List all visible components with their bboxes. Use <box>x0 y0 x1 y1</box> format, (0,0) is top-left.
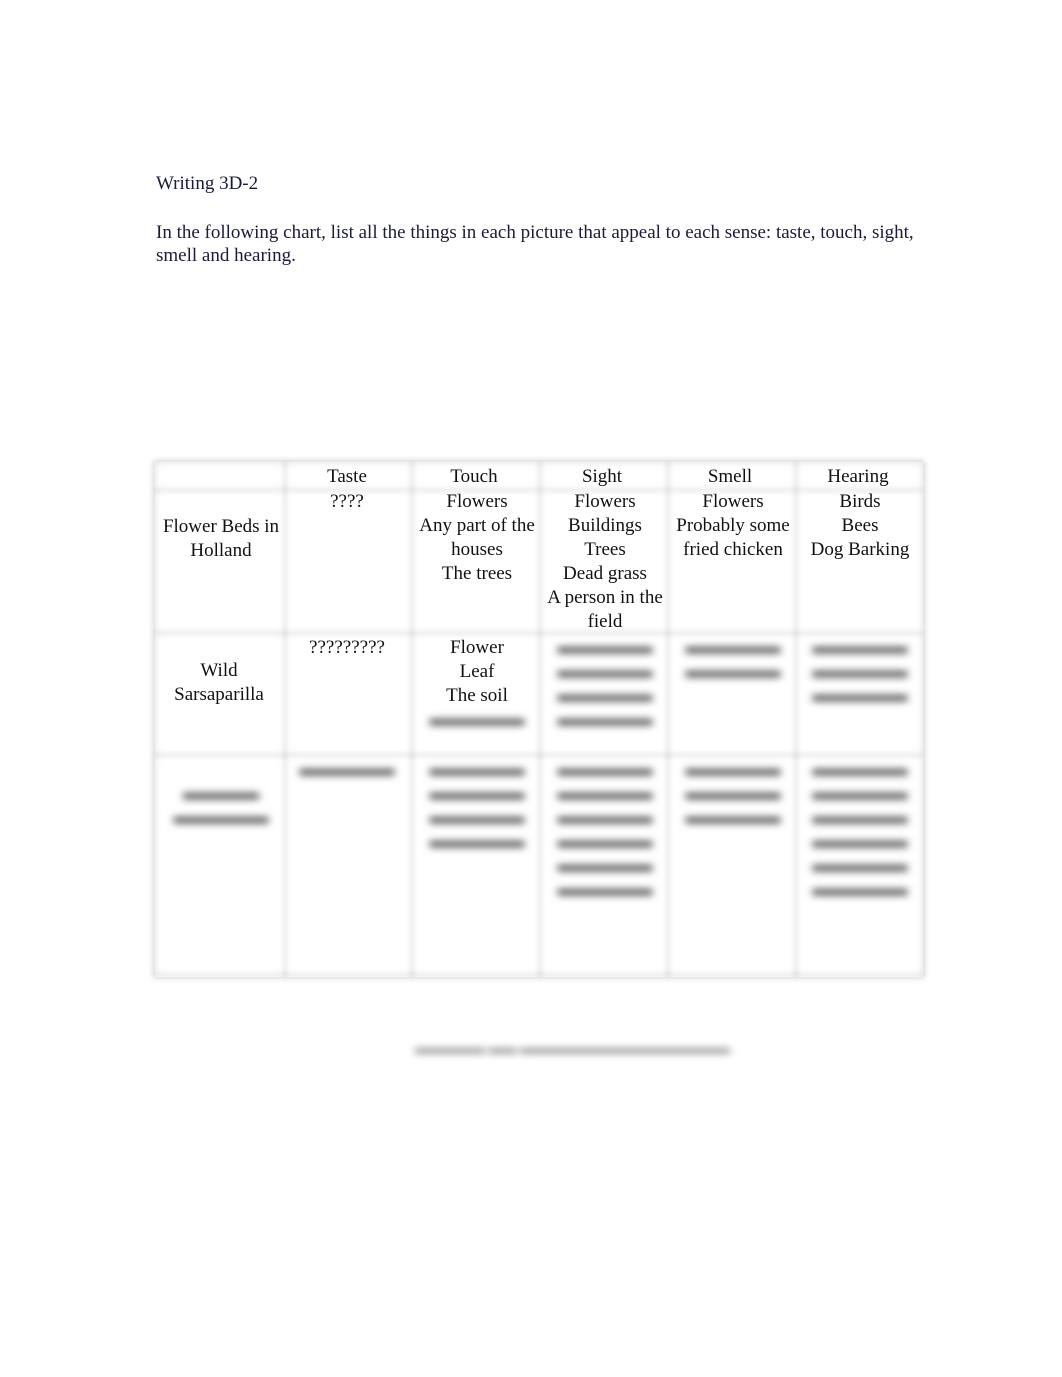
cell-item: ▬▬▬▬▬ <box>812 759 908 780</box>
cell-item: Probably some fried chicken <box>676 515 790 560</box>
cell-smell: Flowers Probably some fried chicken <box>667 490 799 562</box>
cell-item: ▬▬▬▬▬ <box>812 855 908 876</box>
cell-item: ▬▬▬▬▬ <box>557 685 653 706</box>
cell-item: ▬▬▬▬▬ <box>429 831 525 852</box>
cell-item: ▬▬▬▬▬ <box>812 637 908 658</box>
cell-sight: ▬▬▬▬▬ ▬▬▬▬▬ ▬▬▬▬▬ ▬▬▬▬▬ <box>538 636 672 732</box>
cell-item: ▬▬▬▬▬ <box>557 855 653 876</box>
cell-item: ▬▬▬▬▬ <box>557 759 653 780</box>
table-border <box>155 972 923 978</box>
cell-item: Bees <box>841 515 879 536</box>
cell-item: ▬▬▬▬▬ <box>557 807 653 828</box>
cell-item: ▬▬▬▬▬ <box>812 807 908 828</box>
cell-item: Flowers <box>702 491 764 512</box>
cell-item: ▬▬▬▬▬ <box>685 759 781 780</box>
cell-item: ▬▬▬▬▬ <box>812 661 908 682</box>
header-hearing: Hearing <box>827 466 889 487</box>
cell-item: ▬▬▬▬▬ <box>429 709 525 730</box>
instructions-text: In the following chart, list all the thi… <box>156 222 914 266</box>
cell-item: ▬▬▬▬▬ <box>812 685 908 706</box>
cell-item: ▬▬▬▬▬ <box>557 637 653 658</box>
cell-item: ▬▬▬▬▬ <box>557 831 653 852</box>
cell-item: The soil <box>446 685 508 706</box>
cell-taste: ???? <box>285 490 409 514</box>
cell-item: ▬▬▬▬▬ <box>557 783 653 804</box>
senses-chart-table: Taste Touch Sight Smell Hearing Flower B… <box>152 459 926 978</box>
cell-item: ▬▬▬▬▬ <box>812 879 908 900</box>
cell-item: Any part of the houses <box>419 515 535 560</box>
cell-hearing: ▬▬▬▬▬ ▬▬▬▬▬ ▬▬▬▬▬ ▬▬▬▬▬ ▬▬▬▬▬ ▬▬▬▬▬ <box>796 758 924 902</box>
cell-item: ▬▬▬▬▬ <box>299 759 395 780</box>
cell-item: Dog Barking <box>810 539 910 560</box>
cell-item: ▬▬▬▬▬ <box>685 783 781 804</box>
cell-item: ▬▬▬▬▬ <box>429 783 525 804</box>
cell-item: ▬▬▬▬▬ <box>812 831 908 852</box>
cell-item: Birds <box>839 491 881 512</box>
cell-sight: ▬▬▬▬▬ ▬▬▬▬▬ ▬▬▬▬▬ ▬▬▬▬▬ ▬▬▬▬▬ ▬▬▬▬▬ <box>538 758 672 902</box>
cell-item: Flowers <box>574 491 636 512</box>
cell-item: ▬▬▬▬▬ <box>429 807 525 828</box>
cell-item: ▬▬▬▬▬ <box>557 879 653 900</box>
cell-item: Buildings <box>568 515 642 536</box>
header-smell: Smell <box>707 466 753 487</box>
cell-hearing: ▬▬▬▬▬ ▬▬▬▬▬ ▬▬▬▬▬ <box>796 636 924 708</box>
cell-touch: Flower Leaf The soil ▬▬▬▬▬ <box>412 636 542 732</box>
header-touch: Touch <box>450 466 498 487</box>
cell-touch: ▬▬▬▬▬ ▬▬▬▬▬ ▬▬▬▬▬ ▬▬▬▬▬ <box>412 758 542 854</box>
row-label: ▬▬▬▬ ▬▬▬▬▬ <box>173 783 269 828</box>
cell-item: ▬▬▬▬▬ <box>812 783 908 804</box>
cell-taste: ????????? <box>285 636 409 660</box>
cell-item: ▬▬▬▬▬ <box>685 807 781 828</box>
cell-item: Dead grass <box>563 563 647 584</box>
cell-item: ▬▬▬▬▬ <box>429 759 525 780</box>
cell-item: ▬▬▬▬▬ <box>685 637 781 658</box>
cell-item: Trees <box>584 539 626 560</box>
header-sight: Sight <box>581 466 623 487</box>
cell-smell: ▬▬▬▬▬ ▬▬▬▬▬ <box>667 636 799 684</box>
document-heading: Writing 3D-2 <box>156 173 259 194</box>
header-taste: Taste <box>327 466 367 487</box>
cell-item: Flower <box>450 637 504 658</box>
cell-item: ▬▬▬▬▬ <box>557 709 653 730</box>
cell-sight: Flowers Buildings Trees Dead grass A person … <box>538 490 672 634</box>
footer-text: ▬▬▬▬▬ ▬▬ ▬▬▬▬▬▬▬▬▬▬▬▬▬▬▬ <box>415 1042 730 1057</box>
cell-smell: ▬▬▬▬▬ ▬▬▬▬▬ ▬▬▬▬▬ <box>667 758 799 830</box>
cell-taste: ▬▬▬▬▬ <box>285 758 409 782</box>
row-label: Flower Beds in Holland <box>162 516 280 561</box>
row-label: Wild Sarsaparilla <box>174 660 264 705</box>
cell-item: ▬▬▬▬▬ <box>685 661 781 682</box>
cell-item: ????????? <box>309 637 385 658</box>
cell-item: ▬▬▬▬▬ <box>557 661 653 682</box>
cell-item: Leaf <box>459 661 495 682</box>
cell-touch: Flowers Any part of the houses The trees <box>412 490 542 586</box>
cell-item: ???? <box>330 491 364 512</box>
cell-item: Flowers <box>446 491 508 512</box>
cell-hearing: Birds Bees Dog Barking <box>796 490 924 562</box>
cell-item: The trees <box>441 563 513 584</box>
cell-item: A person in the field <box>547 587 663 632</box>
